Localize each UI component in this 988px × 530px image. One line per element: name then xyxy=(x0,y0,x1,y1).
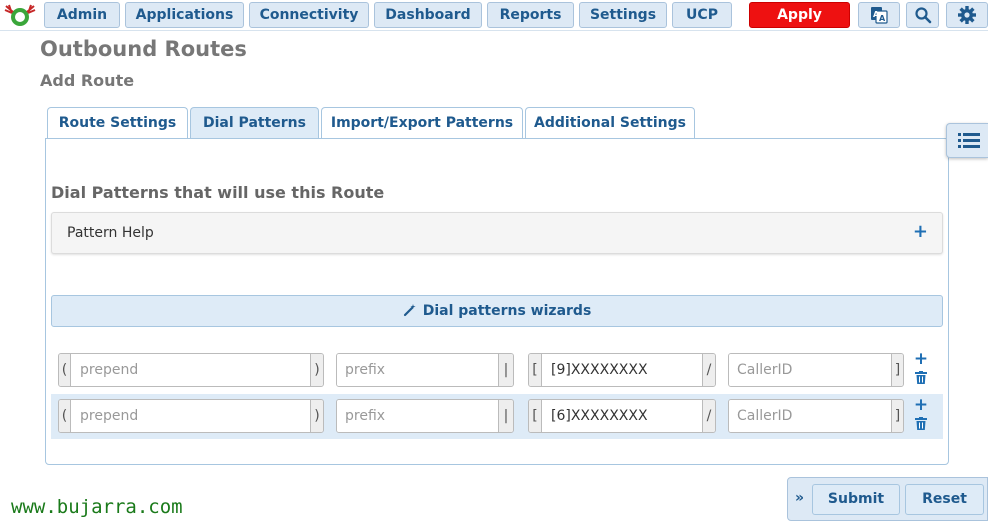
pipe-separator: | xyxy=(499,354,513,386)
expand-plus-icon[interactable]: + xyxy=(913,221,928,242)
svg-text:A: A xyxy=(879,14,886,23)
search-icon xyxy=(914,7,931,24)
collapse-chevron-icon[interactable]: » xyxy=(795,490,804,506)
delete-row-trash-icon[interactable] xyxy=(915,371,927,384)
submit-button[interactable]: Submit xyxy=(812,484,900,515)
apply-config-button[interactable]: Apply Config xyxy=(749,2,850,47)
close-bracket: ] xyxy=(892,400,903,432)
prepend-group: ( ) xyxy=(58,353,324,387)
dial-patterns-wizard-button[interactable]: Dial patterns wizards xyxy=(51,295,943,327)
prefix-group: | xyxy=(336,399,514,433)
tab-additional-settings[interactable]: Additional Settings xyxy=(525,107,695,139)
callerid-group: ] xyxy=(728,399,904,433)
watermark: www.bujarra.com xyxy=(11,496,183,518)
callerid-input[interactable] xyxy=(729,400,892,432)
open-bracket: [ xyxy=(529,354,541,386)
dial-patterns-section-title: Dial Patterns that will use this Route xyxy=(51,183,385,202)
page-title: Outbound Routes xyxy=(40,37,247,61)
nav-reports[interactable]: Reports xyxy=(487,2,574,28)
close-paren: ) xyxy=(311,354,323,386)
nav-admin[interactable]: Admin xyxy=(44,2,120,28)
magic-wand-icon xyxy=(403,304,416,317)
list-icon xyxy=(958,133,980,148)
settings-button[interactable] xyxy=(946,2,988,28)
add-row-plus-icon[interactable]: + xyxy=(913,397,929,414)
prepend-input[interactable] xyxy=(70,354,311,386)
match-pattern-group: [ / xyxy=(528,399,716,433)
close-bracket: ] xyxy=(892,354,903,386)
open-paren: ( xyxy=(59,400,70,432)
row-actions: + xyxy=(913,351,929,384)
pattern-help-label: Pattern Help xyxy=(67,225,154,241)
nav-settings[interactable]: Settings xyxy=(579,2,667,28)
prepend-group: ( ) xyxy=(58,399,324,433)
dial-pattern-row: ( ) | [ / ] + xyxy=(51,348,943,393)
slash-separator: / xyxy=(703,354,715,386)
pipe-separator: | xyxy=(499,400,513,432)
page-subtitle: Add Route xyxy=(40,71,135,90)
delete-row-trash-icon[interactable] xyxy=(915,417,927,430)
action-bar: » Submit Reset xyxy=(787,477,988,521)
prefix-input[interactable] xyxy=(337,354,499,386)
reset-button[interactable]: Reset xyxy=(905,484,984,515)
callerid-input[interactable] xyxy=(729,354,892,386)
prefix-group: | xyxy=(336,353,514,387)
match-pattern-input[interactable] xyxy=(541,400,703,432)
row-actions: + xyxy=(913,397,929,430)
tab-route-settings[interactable]: Route Settings xyxy=(47,107,188,139)
language-button[interactable]: A A xyxy=(858,2,900,28)
prepend-input[interactable] xyxy=(70,400,311,432)
wizard-label: Dial patterns wizards xyxy=(422,303,592,319)
open-paren: ( xyxy=(59,354,70,386)
top-nav-bar: Admin Applications Connectivity Dashboar… xyxy=(0,0,988,47)
tab-import-export-patterns[interactable]: Import/Export Patterns xyxy=(321,107,523,139)
gear-icon xyxy=(958,6,976,24)
prefix-input[interactable] xyxy=(337,400,499,432)
language-icon: A A xyxy=(871,7,888,24)
pattern-help-panel[interactable]: Pattern Help + xyxy=(51,212,943,254)
match-pattern-input[interactable] xyxy=(541,354,703,386)
search-button[interactable] xyxy=(906,2,939,28)
side-menu-toggle[interactable] xyxy=(946,123,988,158)
tab-dial-patterns[interactable]: Dial Patterns xyxy=(190,107,319,140)
callerid-group: ] xyxy=(728,353,904,387)
freepbx-logo-icon[interactable] xyxy=(2,2,38,28)
close-paren: ) xyxy=(311,400,323,432)
nav-applications[interactable]: Applications xyxy=(125,2,244,28)
match-pattern-group: [ / xyxy=(528,353,716,387)
slash-separator: / xyxy=(703,400,715,432)
nav-ucp[interactable]: UCP xyxy=(672,2,732,28)
dial-pattern-row: ( ) | [ / ] + xyxy=(51,394,943,439)
nav-connectivity[interactable]: Connectivity xyxy=(249,2,369,28)
open-bracket: [ xyxy=(529,400,541,432)
nav-dashboard[interactable]: Dashboard xyxy=(374,2,482,28)
add-row-plus-icon[interactable]: + xyxy=(913,351,929,368)
